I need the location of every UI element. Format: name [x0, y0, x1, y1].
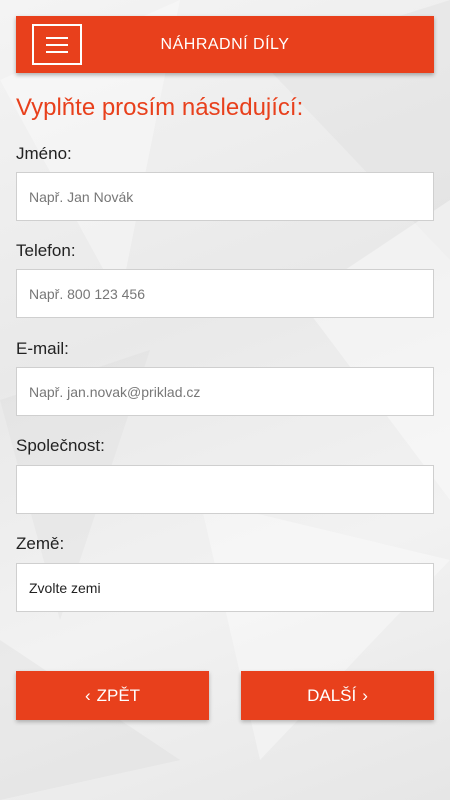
phone-field[interactable] — [16, 269, 434, 318]
app-header: NÁHRADNÍ DÍLY — [16, 16, 434, 73]
name-field[interactable] — [16, 172, 434, 221]
menu-icon-line — [46, 50, 68, 53]
email-label: E-mail: — [16, 339, 69, 358]
chevron-right-icon: › — [362, 685, 368, 705]
company-input[interactable] — [29, 481, 421, 498]
page-title: NÁHRADNÍ DÍLY — [160, 35, 290, 53]
form-heading: Vyplňte prosím následující: — [16, 94, 304, 121]
phone-input[interactable] — [29, 285, 421, 302]
phone-label: Telefon: — [16, 241, 76, 260]
country-selected-value: Zvolte zemi — [29, 579, 101, 596]
company-field[interactable] — [16, 465, 434, 514]
country-label: Země: — [16, 534, 65, 553]
next-button-label: DALŠÍ — [307, 685, 357, 705]
name-label: Jméno: — [16, 144, 72, 163]
menu-icon-line — [46, 36, 68, 39]
back-button[interactable]: ‹ ZPĚT — [16, 671, 209, 720]
menu-icon-line — [46, 43, 68, 46]
back-button-label: ZPĚT — [96, 685, 141, 705]
name-input[interactable] — [29, 188, 421, 205]
next-button[interactable]: DALŠÍ › — [241, 671, 434, 720]
company-label: Společnost: — [16, 436, 105, 455]
hamburger-menu-button[interactable] — [32, 24, 82, 65]
country-select[interactable]: Zvolte zemi — [16, 563, 434, 612]
email-field[interactable] — [16, 367, 434, 416]
email-input[interactable] — [29, 383, 421, 400]
chevron-left-icon: ‹ — [84, 685, 91, 705]
